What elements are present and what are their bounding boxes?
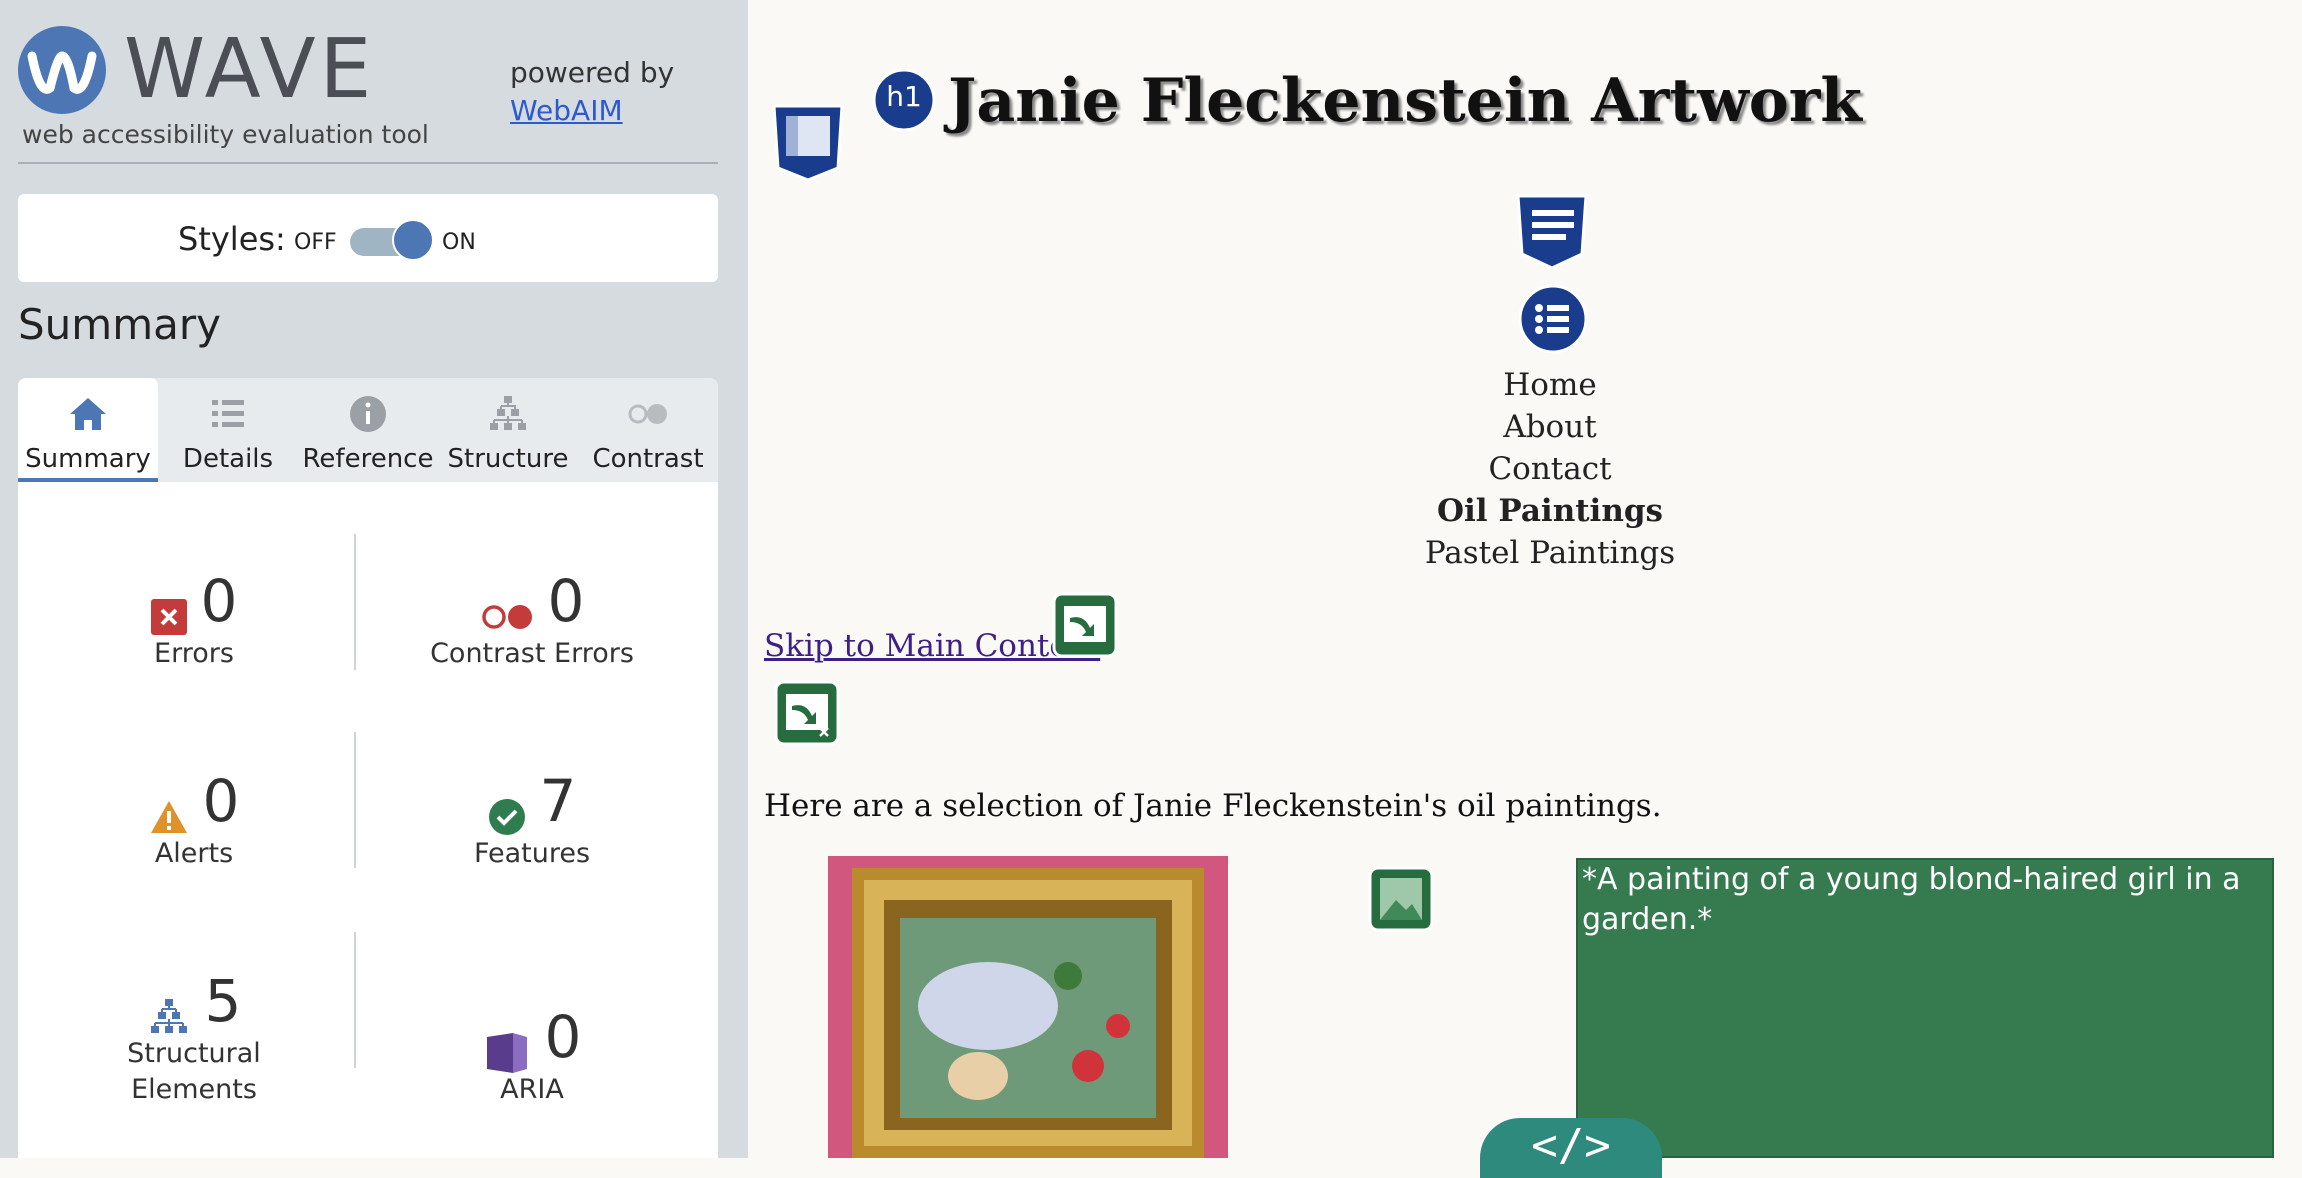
alt-text-display: *A painting of a young blond-haired girl…: [1576, 858, 2274, 1158]
list-icon: [212, 400, 244, 427]
aria-icon: [486, 1032, 527, 1073]
nav-oil-paintings[interactable]: Oil Paintings: [1300, 490, 1800, 532]
skip-link-icon[interactable]: [1052, 592, 1118, 658]
error-icon: [150, 598, 187, 635]
features-count: 7: [539, 767, 577, 835]
nav-about[interactable]: About: [1300, 406, 1800, 448]
hierarchy-icon: [490, 396, 526, 430]
tab-structure[interactable]: Structure: [438, 378, 578, 482]
styles-label: Styles:: [178, 220, 286, 258]
features-stat[interactable]: 7 Features: [372, 766, 692, 872]
nav-home[interactable]: Home: [1300, 364, 1800, 406]
header-landmark-icon[interactable]: [770, 102, 846, 184]
styles-toggle-card: Styles: OFF ON: [18, 194, 718, 282]
tab-label: Summary: [25, 444, 151, 474]
skip-link-target-icon[interactable]: [774, 680, 840, 746]
powered-by-label: powered by: [510, 56, 675, 89]
powered-by: powered by WebAIM: [510, 54, 674, 130]
contrast-errors-count: 0: [547, 567, 585, 635]
styles-on-label: ON: [442, 230, 476, 255]
errors-label: Errors: [154, 638, 234, 669]
errors-stat[interactable]: 0 Errors: [34, 566, 354, 672]
aria-count: 0: [544, 1003, 582, 1071]
feature-check-icon: [488, 798, 525, 835]
evaluated-page: h1 Janie Fleckenstein Artwork Home About…: [748, 0, 2302, 1178]
contrast-errors-stat[interactable]: 0 Contrast Errors: [372, 566, 692, 672]
styles-off-label: OFF: [294, 230, 337, 255]
wave-sidebar: WAVE web accessibility evaluation tool p…: [0, 0, 748, 1158]
wave-logo-icon: [18, 26, 106, 114]
tab-details[interactable]: Details: [158, 378, 298, 482]
contrast-error-icon: [481, 604, 532, 629]
structural-label-line2: Elements: [131, 1074, 257, 1105]
styles-toggle-knob[interactable]: [392, 219, 434, 261]
wave-tabs: Summary Details Reference Structure Cont…: [18, 378, 718, 482]
divider: [354, 534, 356, 670]
structural-stat[interactable]: 5 Structural Elements: [34, 966, 354, 1108]
features-label: Features: [473, 838, 591, 869]
tab-label: Details: [182, 444, 274, 474]
errors-count: 0: [200, 567, 238, 635]
structural-count: 5: [204, 967, 242, 1035]
divider: [354, 732, 356, 868]
wave-brand: WAVE: [124, 22, 376, 117]
structural-label-line1: Structural: [127, 1038, 261, 1069]
page-title: Janie Fleckenstein Artwork: [948, 66, 1862, 136]
aria-label: ARIA: [500, 1074, 564, 1105]
aria-stat[interactable]: 0 ARIA: [372, 1002, 692, 1108]
skip-to-main-link[interactable]: Skip to Main Content: [764, 628, 1100, 664]
oil-painting-image: [828, 856, 1228, 1158]
navigation-landmark-icon[interactable]: [1514, 194, 1590, 270]
unordered-list-icon[interactable]: [1518, 284, 1588, 354]
alerts-stat[interactable]: 0 Alerts: [34, 766, 354, 872]
code-icon: </>: [1531, 1120, 1611, 1171]
code-toggle-tab[interactable]: </>: [1480, 1118, 1662, 1178]
tab-contrast[interactable]: Contrast: [578, 378, 718, 482]
tab-label: Reference: [302, 444, 434, 474]
summary-panel: 0 Errors 0 Contrast Errors 0 Alerts 7 Fe…: [18, 482, 718, 1158]
site-nav: Home About Contact Oil Paintings Pastel …: [1300, 364, 1800, 574]
intro-text: Here are a selection of Janie Fleckenste…: [764, 788, 1662, 824]
nav-pastel-paintings[interactable]: Pastel Paintings: [1300, 532, 1800, 574]
tab-summary[interactable]: Summary: [18, 378, 158, 482]
tab-label: Contrast: [592, 444, 704, 474]
info-icon: [350, 396, 386, 432]
alerts-count: 0: [202, 767, 240, 835]
structure-icon: [150, 998, 187, 1033]
home-icon: [70, 398, 106, 430]
nav-contact[interactable]: Contact: [1300, 448, 1800, 490]
tab-reference[interactable]: Reference: [298, 378, 438, 482]
summary-heading: Summary: [18, 300, 221, 349]
wave-subtitle: web accessibility evaluation tool: [22, 120, 429, 149]
divider: [18, 162, 718, 164]
contrast-errors-label: Contrast Errors: [430, 638, 634, 669]
divider: [354, 932, 356, 1068]
contrast-icon: [628, 404, 667, 424]
tab-label: Structure: [447, 444, 569, 474]
alt-text-image-icon[interactable]: [1368, 866, 1434, 932]
heading-h1-badge-text: h1: [886, 80, 922, 113]
webaim-link[interactable]: WebAIM: [510, 92, 674, 130]
alerts-label: Alerts: [154, 838, 234, 869]
alert-icon: [150, 800, 187, 833]
